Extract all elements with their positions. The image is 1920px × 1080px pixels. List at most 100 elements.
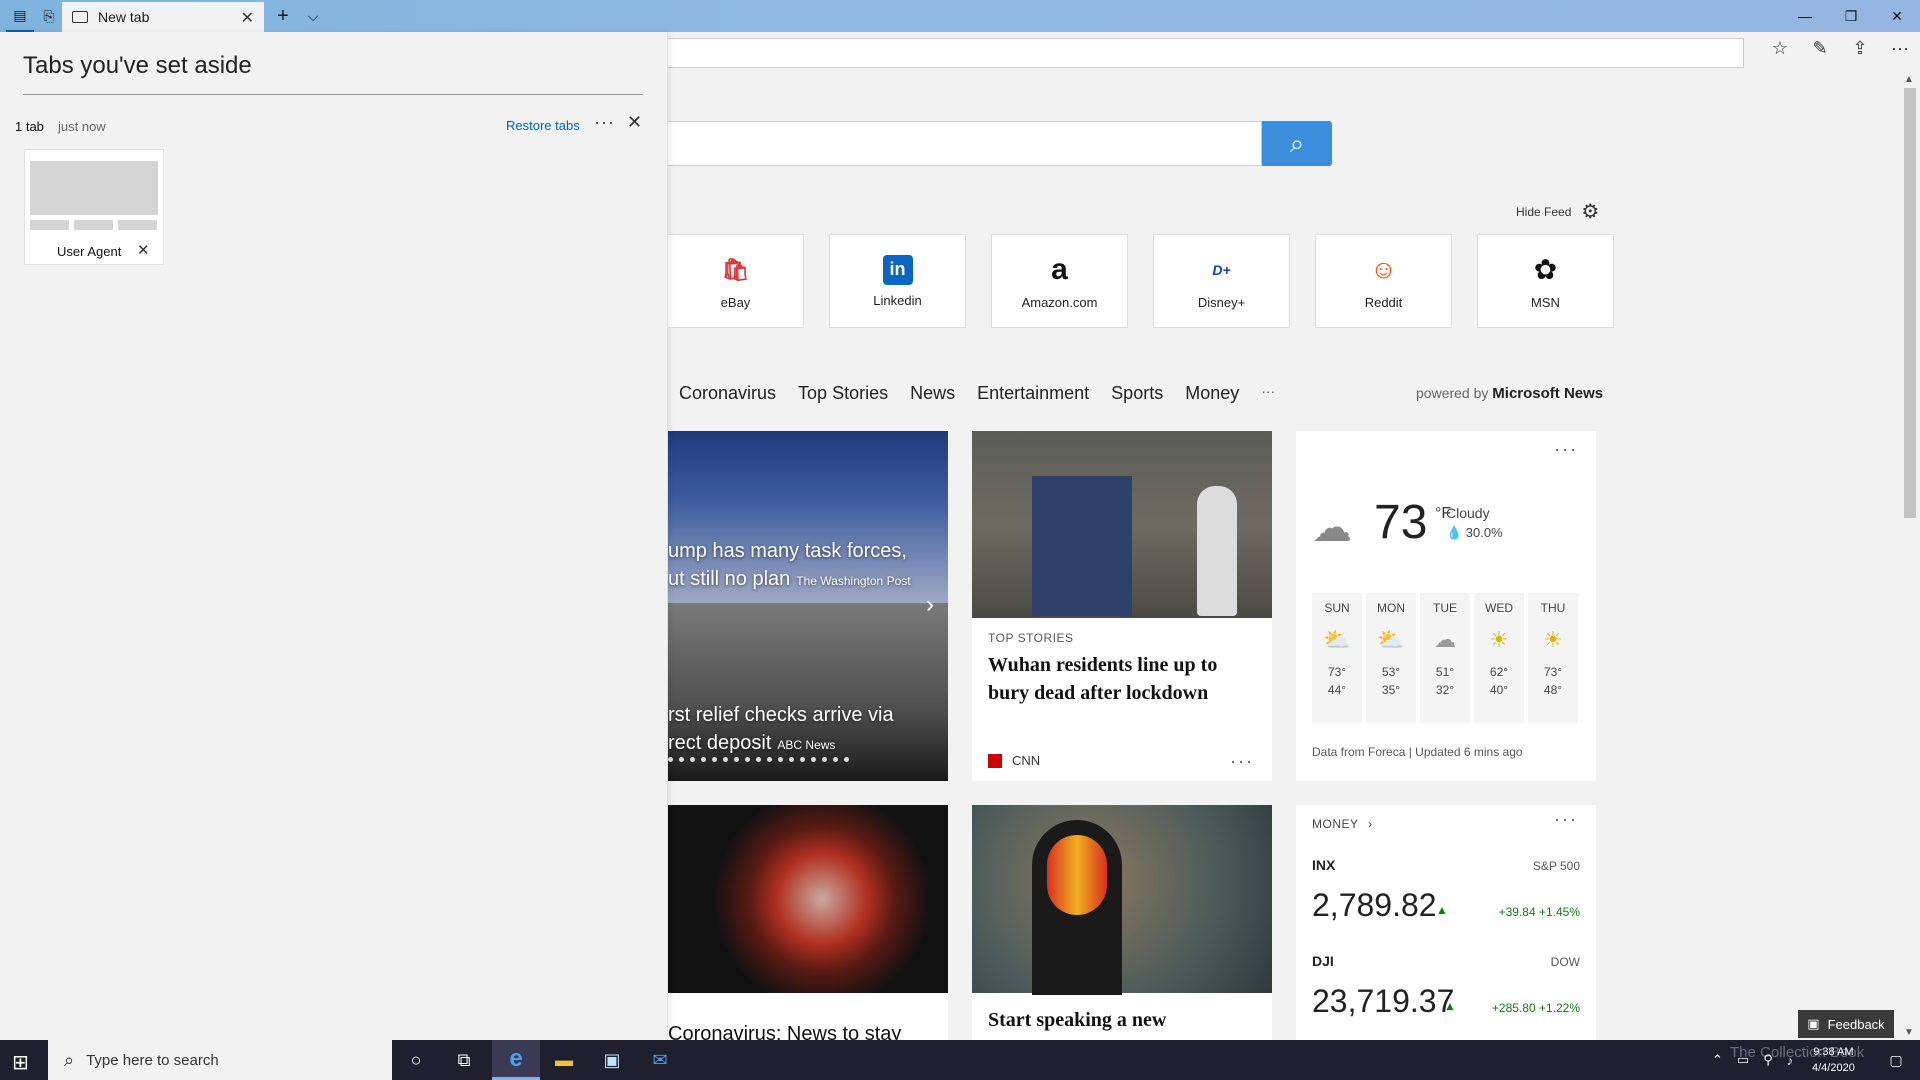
tile-label: Reddit <box>1364 294 1403 310</box>
powered-by: powered by Microsoft News <box>1416 385 1603 402</box>
share-icon[interactable]: ⇪ <box>1850 38 1870 59</box>
tile-label: eBay <box>720 294 751 310</box>
page-icon <box>72 11 88 23</box>
scroll-up-icon[interactable]: ▲ <box>1904 74 1914 85</box>
powered-brand[interactable]: Microsoft News <box>1492 385 1603 402</box>
feed-more-icon[interactable]: ··· <box>1261 383 1275 404</box>
money-more-icon[interactable]: ··· <box>1554 809 1578 830</box>
wifi-icon[interactable]: ⚲ <box>1763 1052 1773 1068</box>
story-image <box>972 431 1272 618</box>
hero-carousel[interactable]: ump has many task forces, ut still no pl… <box>668 431 948 781</box>
windows-start-icon[interactable]: ⊞ <box>12 1050 29 1075</box>
group-close-icon[interactable]: ✕ <box>627 112 642 133</box>
tab-list-chevron-icon[interactable]: ⌵ <box>300 0 326 32</box>
task-view-icon[interactable]: ⧉ <box>440 1040 488 1080</box>
story-headline[interactable]: Coronavirus: News to stay <box>668 1023 901 1040</box>
cortana-icon[interactable]: ○ <box>392 1040 440 1080</box>
tile-amazon[interactable]: a Amazon.com <box>991 234 1128 328</box>
restore-tabs-link[interactable]: Restore tabs <box>506 118 580 133</box>
set-aside-tab-card[interactable]: User Agent ✕ <box>24 149 164 265</box>
weather-more-icon[interactable]: ··· <box>1554 439 1578 460</box>
forecast-day: SUN ⛅ 73° 44° <box>1312 593 1362 723</box>
remove-tab-icon[interactable]: ✕ <box>137 241 150 259</box>
group-more-icon[interactable]: ··· <box>594 112 615 133</box>
mail-icon[interactable]: ✉ <box>636 1040 684 1080</box>
store-icon[interactable]: ▣ <box>588 1040 636 1080</box>
clock[interactable]: 9:38 AM 4/4/2020 <box>1812 1044 1855 1076</box>
hero-story-1-title[interactable]: ump has many task forces, ut still no pl… <box>668 537 911 595</box>
tab-news[interactable]: News <box>910 383 955 404</box>
gear-icon[interactable]: ⚙ <box>1581 199 1599 224</box>
tile-ebay[interactable]: 🛍 eBay <box>667 234 804 328</box>
current-temp: 73 <box>1374 496 1428 549</box>
web-search-input[interactable] <box>600 121 1262 166</box>
scroll-thumb[interactable] <box>1904 88 1916 518</box>
ticker-inx: INX <box>1312 857 1336 873</box>
ebay-logo-icon: 🛍 <box>721 256 750 282</box>
story-card-language[interactable]: Start speaking a new <box>972 805 1272 1040</box>
close-tab-icon[interactable]: ✕ <box>241 8 254 28</box>
forecast-day: TUE ☁ 51° 32° <box>1420 593 1470 723</box>
tab-entertainment[interactable]: Entertainment <box>977 383 1089 404</box>
cloud-icon: ☁ <box>1312 506 1352 550</box>
tile-disney[interactable]: D+ Disney+ <box>1153 234 1290 328</box>
notification-icon[interactable]: ▢ <box>1872 1040 1920 1080</box>
index-name: DOW <box>1550 955 1580 969</box>
tab-preview-bars <box>30 220 157 230</box>
tabs-aside-icon[interactable]: ▤ <box>6 0 34 32</box>
new-tab-button[interactable]: + <box>270 0 296 32</box>
tab-money[interactable]: Money <box>1185 383 1239 404</box>
tab-count: 1 tab <box>15 119 44 134</box>
show-hidden-icons-icon[interactable]: ⌃ <box>1712 1052 1723 1068</box>
scroll-down-icon[interactable]: ▼ <box>1904 1027 1914 1038</box>
carousel-next-icon[interactable]: › <box>926 591 934 619</box>
more-icon[interactable]: ··· <box>1890 38 1910 59</box>
top-sites: 🛍 eBay in Linkedin a Amazon.com D+ Disne… <box>667 234 1614 328</box>
tile-linkedin[interactable]: in Linkedin <box>829 234 966 328</box>
hero-story-2-title[interactable]: rst relief checks arrive via rect deposi… <box>668 701 894 759</box>
story-more-icon[interactable]: ··· <box>1230 751 1254 772</box>
tile-label: Linkedin <box>873 292 922 308</box>
tile-reddit[interactable]: ☺ Reddit <box>1315 234 1452 328</box>
notes-icon[interactable]: ✎ <box>1810 38 1830 59</box>
system-tray: ⌃ ▭ ⚲ ♪ <box>1712 1040 1793 1080</box>
index-name: S&P 500 <box>1532 859 1580 873</box>
tab-sports[interactable]: Sports <box>1111 383 1163 404</box>
tile-msn[interactable]: ✿ MSN <box>1477 234 1614 328</box>
file-explorer-icon[interactable]: ▬ <box>540 1040 588 1080</box>
index-price: 2,789.82 <box>1312 887 1437 923</box>
story-card-coronavirus[interactable]: Coronavirus: News to stay <box>668 805 948 1040</box>
hide-feed[interactable]: Hide Feed ⚙ <box>1516 199 1599 224</box>
feedback-button[interactable]: ▣ Feedback <box>1798 1010 1894 1038</box>
search-icon: ⌕ <box>1289 127 1305 158</box>
tab-new-tab[interactable]: New tab ✕ <box>62 2 264 32</box>
story-headline[interactable]: Wuhan residents line up to bury dead aft… <box>988 651 1258 707</box>
close-window-button[interactable]: ✕ <box>1874 0 1920 32</box>
set-aside-time: just now <box>58 119 106 134</box>
set-tabs-aside-icon[interactable]: ⎘ <box>36 0 62 32</box>
carousel-dots[interactable] <box>668 757 849 762</box>
money-label[interactable]: MONEY › <box>1312 817 1373 831</box>
minimize-button[interactable]: — <box>1782 0 1828 32</box>
search-icon: ⌕ <box>64 1049 75 1070</box>
weather-card[interactable]: ··· ☁ 73 °F Cloudy 💧 30.0% SUN ⛅ 73° 44° … <box>1296 431 1596 781</box>
linkedin-logo-icon: in <box>882 254 913 285</box>
money-card[interactable]: MONEY › ··· INX S&P 500 2,789.82 ▲ +39.8… <box>1296 805 1596 1040</box>
story-card-wuhan[interactable]: TOP STORIES Wuhan residents line up to b… <box>972 431 1272 781</box>
cloud-icon: ☁ <box>1434 627 1456 652</box>
edge-icon[interactable]: e <box>492 1040 540 1080</box>
virus-image <box>668 805 948 993</box>
hide-feed-label[interactable]: Hide Feed <box>1516 205 1571 219</box>
network-icon[interactable]: ▭ <box>1737 1052 1749 1068</box>
page-scrollbar[interactable]: ▲ ▼ <box>1900 72 1920 1040</box>
search-button[interactable]: ⌕ <box>1262 121 1332 166</box>
restore-button[interactable]: ❐ <box>1828 0 1874 32</box>
forecast-day: THU ☀ 73° 48° <box>1528 593 1578 723</box>
favorites-icon[interactable]: ☆ <box>1770 38 1790 59</box>
taskbar-search[interactable]: ⌕ Type here to search <box>48 1040 392 1080</box>
volume-icon[interactable]: ♪ <box>1787 1053 1794 1068</box>
tab-top-stories[interactable]: Top Stories <box>798 383 888 404</box>
address-input[interactable] <box>600 38 1744 68</box>
story-headline[interactable]: Start speaking a new <box>988 1009 1166 1032</box>
tab-coronavirus[interactable]: Coronavirus <box>679 383 776 404</box>
